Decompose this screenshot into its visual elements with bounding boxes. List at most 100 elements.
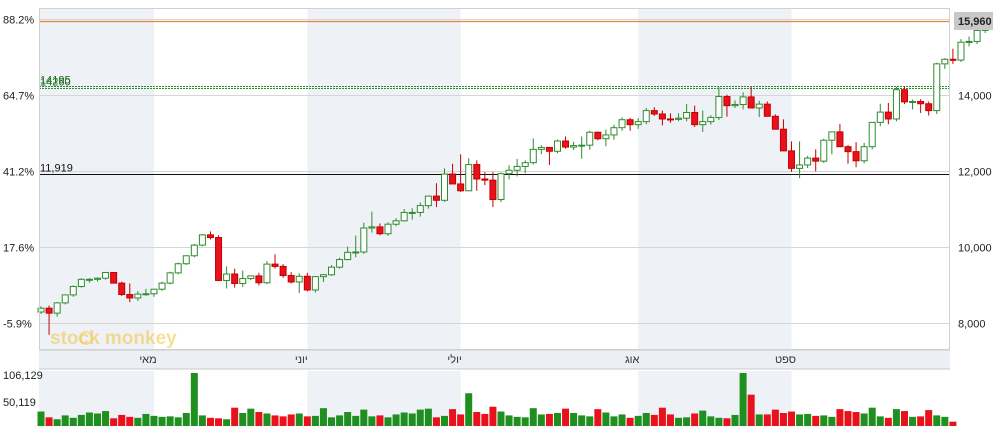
volume-bar bbox=[408, 413, 416, 426]
candle bbox=[158, 281, 166, 291]
last-price-label: 15,960 bbox=[958, 16, 992, 28]
volume-bar bbox=[457, 414, 465, 426]
candle-body bbox=[860, 146, 868, 162]
candle-body bbox=[182, 255, 190, 265]
candle-body bbox=[53, 302, 61, 314]
volume-bar bbox=[473, 412, 481, 426]
volume-bar bbox=[537, 414, 545, 426]
candle-body bbox=[691, 112, 699, 126]
candle-body bbox=[150, 288, 158, 295]
candle-body bbox=[731, 104, 739, 107]
candle bbox=[198, 234, 206, 247]
volume-bar bbox=[691, 413, 699, 426]
candle-body bbox=[287, 275, 295, 283]
volume-bar bbox=[626, 417, 634, 426]
candle-body bbox=[820, 139, 828, 162]
candle-body bbox=[69, 286, 77, 296]
candle-body bbox=[142, 293, 150, 296]
candle-body bbox=[344, 251, 352, 261]
volume-bar bbox=[489, 406, 497, 426]
candle-body bbox=[545, 146, 553, 152]
candle-body bbox=[424, 195, 432, 207]
volume-bar bbox=[368, 416, 376, 426]
candle-body bbox=[634, 121, 642, 126]
candle bbox=[69, 285, 77, 297]
candle-body bbox=[126, 294, 134, 299]
candle-body bbox=[271, 263, 279, 267]
volume-bar bbox=[731, 414, 739, 426]
candle-body bbox=[158, 282, 166, 290]
volume-bar bbox=[198, 415, 206, 426]
volume-bar bbox=[747, 394, 755, 426]
candle-body bbox=[360, 227, 368, 253]
watermark-logo: stock monkey bbox=[50, 328, 177, 349]
candle-body bbox=[699, 121, 707, 126]
candle-body bbox=[174, 263, 182, 274]
volume-bar bbox=[400, 412, 408, 426]
volume-bar bbox=[570, 412, 578, 426]
candle-body bbox=[570, 145, 578, 148]
volume-bar bbox=[812, 415, 820, 426]
candle bbox=[77, 278, 85, 288]
candle-body bbox=[215, 237, 223, 281]
candle-body bbox=[190, 244, 198, 257]
candle bbox=[957, 39, 965, 62]
candle-body bbox=[957, 41, 965, 61]
candle-body bbox=[368, 226, 376, 229]
volume-bar bbox=[61, 415, 69, 426]
candle bbox=[279, 264, 287, 278]
volume-bar bbox=[666, 414, 674, 426]
candle-body bbox=[457, 183, 465, 192]
candle bbox=[868, 121, 876, 150]
volume-bar bbox=[860, 413, 868, 426]
volume-bar bbox=[85, 412, 93, 426]
candle-body bbox=[376, 226, 384, 235]
candle-body bbox=[618, 119, 626, 129]
candle-body bbox=[384, 223, 392, 235]
candle-body bbox=[392, 220, 400, 225]
volume-bar bbox=[360, 409, 368, 426]
volume-bar bbox=[884, 417, 892, 426]
candle-body bbox=[481, 178, 489, 181]
candle-body bbox=[796, 164, 804, 169]
candle-body bbox=[578, 144, 586, 147]
volume-bar bbox=[876, 416, 884, 426]
percent-tick-label: 64.7% bbox=[3, 90, 34, 102]
volume-bar bbox=[610, 416, 618, 426]
candle bbox=[263, 261, 271, 285]
volume-bar bbox=[206, 417, 214, 426]
candle-body bbox=[666, 118, 674, 121]
volume-bar bbox=[336, 415, 344, 426]
candle-body bbox=[336, 259, 344, 268]
volume-bar bbox=[376, 415, 384, 426]
volume-bar bbox=[166, 416, 174, 426]
volume-bar bbox=[352, 415, 360, 426]
volume-bar bbox=[263, 413, 271, 426]
candle-body bbox=[650, 110, 658, 115]
price-tick-label: 12,000 bbox=[958, 166, 992, 178]
month-label: יולי bbox=[447, 353, 461, 366]
volume-bar bbox=[158, 416, 166, 426]
volume-tick-label: 106,129 bbox=[3, 370, 43, 382]
volume-bar bbox=[190, 373, 198, 426]
candle-body bbox=[489, 179, 497, 201]
candle bbox=[190, 243, 198, 258]
volume-bar bbox=[481, 413, 489, 426]
volume-bar bbox=[634, 415, 642, 426]
volume-bar bbox=[279, 416, 287, 426]
volume-bar bbox=[223, 419, 231, 426]
candle bbox=[182, 255, 190, 265]
volume-bar bbox=[949, 421, 957, 426]
volume-bar bbox=[311, 415, 319, 426]
candle bbox=[820, 138, 828, 164]
volume-bar bbox=[392, 414, 400, 426]
volume-bar bbox=[594, 409, 602, 426]
candle bbox=[892, 86, 900, 122]
candle bbox=[311, 275, 319, 293]
candle-body bbox=[223, 273, 231, 281]
volume-bar bbox=[344, 412, 352, 426]
candle-body bbox=[198, 234, 206, 246]
volume-bar bbox=[118, 414, 126, 426]
watermark: stock monkey bbox=[50, 328, 177, 349]
volume-bar bbox=[586, 416, 594, 426]
